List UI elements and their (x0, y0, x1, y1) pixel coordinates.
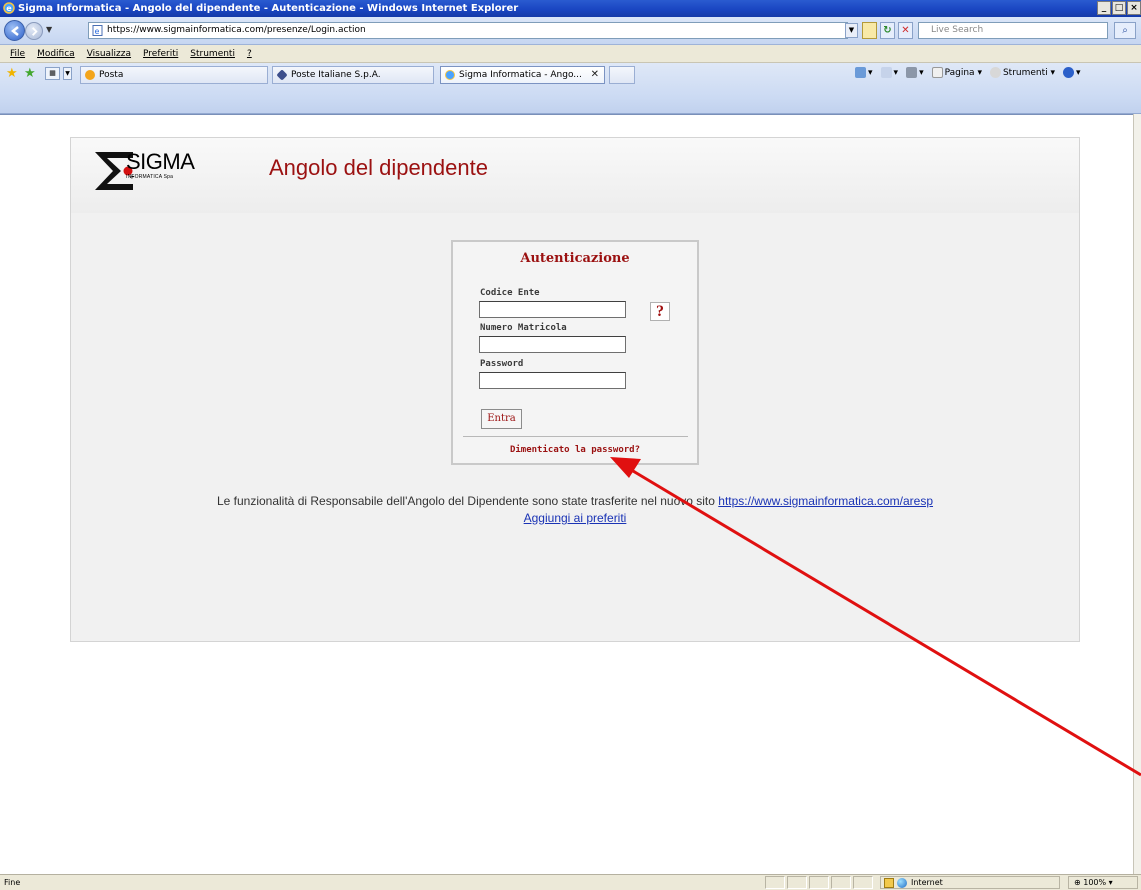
menu-preferiti[interactable]: Preferiti (143, 45, 178, 62)
add-favorite-icon[interactable]: ★ (24, 67, 36, 80)
address-input[interactable]: e https://www.sigmainformatica.com/prese… (88, 22, 848, 39)
tab-poste-italiane[interactable]: Poste Italiane S.p.A. (272, 66, 434, 84)
password-input[interactable] (479, 372, 626, 389)
address-toolbar: ▼ e https://www.sigmainformatica.com/pre… (0, 17, 1141, 45)
page-viewport: + SIGMA INFORMATICA Spa Angolo del dipen… (0, 114, 1133, 874)
info-text: Le funzionalità di Responsabile dell'Ang… (216, 494, 719, 508)
close-tab-icon[interactable]: ✕ (591, 67, 599, 83)
security-zone[interactable]: Internet (880, 876, 1060, 889)
back-arrow-icon (10, 26, 19, 36)
security-lock-icon[interactable] (862, 22, 877, 39)
feeds-icon[interactable]: ▾ (880, 67, 898, 78)
menu-visualizza[interactable]: Visualizza (87, 45, 131, 62)
vertical-scrollbar[interactable] (1133, 114, 1141, 874)
title-bar: e Sigma Informatica - Angolo del dipende… (0, 0, 1141, 17)
command-bar: ▾ ▾ ▾ Pagina ▾ Strumenti ▾ ▾ (855, 67, 1081, 78)
gear-icon (989, 67, 1001, 78)
menu-bar: File Modifica Visualizza Preferiti Strum… (0, 45, 1141, 63)
help-button[interactable]: ? (650, 302, 670, 321)
status-cell (765, 876, 785, 889)
page-menu-icon (931, 67, 943, 78)
browser-window: e Sigma Informatica - Angolo del dipende… (0, 0, 1141, 890)
svg-text:e: e (95, 27, 100, 36)
quick-tabs-button[interactable]: ▦ (45, 67, 60, 80)
zone-label: Internet (911, 878, 943, 887)
back-button[interactable] (4, 20, 25, 41)
close-window-button[interactable]: × (1127, 1, 1141, 15)
page-icon: e (92, 25, 103, 36)
tab-sigma-informatica[interactable]: Sigma Informatica - Ango... ✕ (440, 66, 605, 84)
home-icon[interactable]: ▾ (855, 67, 873, 78)
poste-icon (276, 69, 288, 81)
search-input[interactable]: Live Search (918, 22, 1108, 39)
add-favorites-link[interactable]: Aggiungi ai preferiti (71, 511, 1079, 525)
status-bar: Fine Internet ⊕ 100% ▾ (0, 874, 1141, 890)
zoom-icon: ⊕ (1074, 878, 1084, 887)
tab-label: Sigma Informatica - Ango... (459, 70, 582, 80)
forward-arrow-icon (32, 27, 38, 36)
entra-button[interactable]: Entra (481, 409, 522, 429)
tab-list-dropdown[interactable]: ▼ (63, 67, 72, 80)
ie-logo-icon: e (3, 2, 15, 14)
page-title: Angolo del dipendente (269, 155, 488, 180)
forgot-password-link[interactable]: Dimenticato la password? (453, 445, 697, 455)
status-cells (765, 876, 873, 889)
address-url: https://www.sigmainformatica.com/presenz… (107, 25, 366, 35)
posta-icon (85, 70, 95, 80)
search-icon[interactable]: ⌕ (1114, 22, 1136, 39)
status-text: Fine (4, 878, 21, 887)
window-controls: _ □ × (1097, 1, 1141, 15)
numero-matricola-input[interactable] (479, 336, 626, 353)
protected-mode-icon (884, 878, 894, 888)
ie-page-icon (445, 70, 455, 80)
aresp-link[interactable]: https://www.sigmainformatica.com/aresp (718, 494, 933, 508)
tab-label: Poste Italiane S.p.A. (291, 70, 381, 80)
search-placeholder: Live Search (931, 25, 984, 35)
codice-ente-input[interactable] (479, 301, 626, 318)
window-title: Sigma Informatica - Angolo del dipendent… (18, 3, 519, 14)
numero-matricola-label: Numero Matricola (480, 323, 567, 333)
favorites-star-icon[interactable]: ★ (6, 67, 18, 80)
page-container: + SIGMA INFORMATICA Spa Angolo del dipen… (70, 137, 1080, 642)
address-dropdown-button[interactable]: ▼ (845, 23, 858, 38)
menu-strumenti[interactable]: Strumenti (190, 45, 235, 62)
page-header: + SIGMA INFORMATICA Spa Angolo del dipen… (71, 138, 1079, 213)
refresh-button[interactable]: ↻ (880, 22, 895, 39)
tabs-toolbar: ★ ★ ▦ ▼ Posta Poste Italiane S.p.A. Sigm… (0, 63, 1141, 114)
login-heading: Autenticazione (520, 251, 630, 266)
login-panel: Autenticazione Codice Ente ? Numero Matr… (451, 240, 699, 465)
codice-ente-label: Codice Ente (480, 288, 540, 298)
page-menu-button[interactable]: Pagina ▾ (931, 67, 982, 78)
menu-modifica[interactable]: Modifica (37, 45, 75, 62)
status-cell (787, 876, 807, 889)
globe-icon (897, 878, 907, 888)
tab-posta[interactable]: Posta (80, 66, 268, 84)
new-tab-button[interactable] (609, 66, 635, 84)
status-cell (809, 876, 829, 889)
menu-help[interactable]: ? (247, 45, 252, 62)
tools-menu-button[interactable]: Strumenti ▾ (989, 67, 1055, 78)
forward-button[interactable] (25, 22, 43, 40)
recent-pages-dropdown[interactable]: ▼ (46, 25, 52, 34)
help-icon[interactable]: ▾ (1063, 67, 1081, 78)
status-cell (853, 876, 873, 889)
password-label: Password (480, 359, 524, 369)
svg-text:e: e (6, 4, 12, 13)
status-cell (831, 876, 851, 889)
stop-button[interactable]: ✕ (898, 22, 913, 39)
tab-label: Posta (99, 70, 124, 80)
maximize-button[interactable]: □ (1112, 1, 1126, 15)
minimize-button[interactable]: _ (1097, 1, 1111, 15)
logo-text: SIGMA (126, 149, 195, 174)
divider (463, 436, 688, 437)
logo-subtext: INFORMATICA Spa (126, 174, 174, 180)
menu-file[interactable]: File (10, 45, 25, 62)
info-message: Le funzionalità di Responsabile dell'Ang… (71, 494, 1079, 508)
print-icon[interactable]: ▾ (906, 67, 924, 78)
zoom-control[interactable]: ⊕ 100% ▾ (1068, 876, 1138, 889)
zoom-level: 100% (1083, 878, 1107, 887)
